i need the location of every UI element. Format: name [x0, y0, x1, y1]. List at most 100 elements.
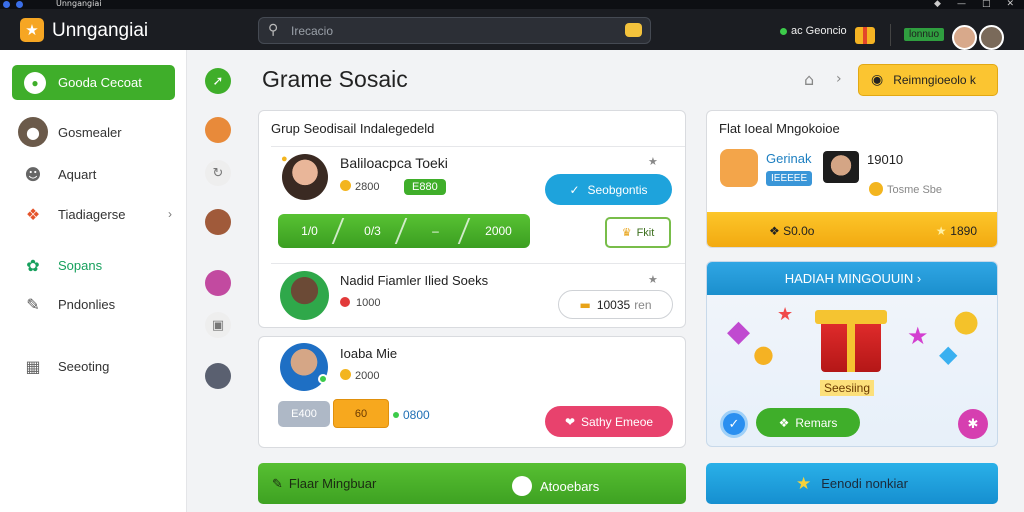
bonus-header[interactable]: HADIAH MINGOUUIN ›	[707, 262, 997, 295]
sidebar-primary-label: Gooda Cecoat	[58, 75, 142, 90]
sidebar-item-sopans[interactable]: ✿ Sopans	[18, 251, 178, 279]
search-bar[interactable]: ⚲	[258, 17, 651, 44]
flat-card: Flat Ioeal Mngokoioe Gerinak IEEEEE 1901…	[706, 110, 998, 248]
online-status: ac Geoncio	[780, 25, 847, 37]
edit-icon: ✎	[26, 294, 40, 314]
player-avatar[interactable]	[720, 149, 758, 187]
close-window-icon[interactable]: ✕	[1006, 0, 1014, 9]
coin-icon	[340, 180, 351, 191]
chevron-right-icon: ›	[836, 71, 842, 87]
friend-avatar[interactable]	[979, 25, 1004, 50]
window-title: Unngangiai	[56, 0, 102, 8]
friend-avatar[interactable]	[205, 209, 231, 235]
bar-right-value: 1890	[950, 224, 977, 238]
progress-segments[interactable]: 1/0 0/3 – 2000	[278, 214, 530, 248]
camera-icon[interactable]: ▣	[205, 312, 231, 338]
member-action-button[interactable]: ❤ Sathy Emeoe	[545, 406, 673, 437]
bar-right: ★ 1890	[936, 224, 977, 238]
refresh-icon[interactable]: ↻	[205, 160, 231, 186]
coin-value: 2000	[355, 370, 380, 382]
group-title: Grup Seodisail Indalegedeld	[271, 121, 435, 136]
heart-icon: ❤	[564, 414, 575, 429]
window-dots	[3, 1, 23, 8]
quick-rail: ➚ ↻ ▣	[190, 50, 248, 512]
coin-pill-button[interactable]: ▬ 10035 ren	[558, 290, 673, 319]
status-text: ac Geoncio	[791, 25, 847, 37]
puzzle-icon: ❖	[25, 204, 41, 224]
member-name: Nadid Fiamler Ilied Soeks	[340, 273, 489, 288]
sidebar-item-profile[interactable]: ● Gosmealer	[18, 117, 178, 147]
pill-suffix: ren	[634, 297, 652, 312]
star-icon: ★	[777, 304, 794, 325]
status-value: 0800	[393, 408, 430, 422]
trophy-icon: ★	[796, 473, 812, 494]
window-controls: ◆ — □ ✕	[934, 0, 1014, 9]
pin-window-icon[interactable]: ◆	[934, 0, 941, 9]
sidebar-item-posts[interactable]: ✎ Pndonlies	[18, 290, 178, 318]
maximize-window-icon[interactable]: □	[982, 0, 991, 9]
header-action-button[interactable]: ◉ Reimngioeolo k	[858, 64, 998, 96]
member-action-label: Sathy Emeoe	[581, 414, 654, 429]
bottom-green-left-label: Flaar Mingbuar	[288, 476, 377, 491]
sidebar-primary-button[interactable]: ● Gooda Cecoat	[12, 65, 175, 100]
wand-icon[interactable]: ➚	[205, 68, 231, 94]
sidebar-item-friends[interactable]: ☻ Aquart	[18, 160, 178, 188]
claim-button[interactable]: ❖ Remars	[756, 408, 860, 437]
coin-value: 2800	[355, 181, 380, 193]
member-coins: 2800	[340, 180, 379, 193]
segment[interactable]: 2000	[467, 214, 530, 248]
member-points: 1000	[340, 297, 380, 309]
points-value: 1000	[356, 297, 381, 309]
member-avatar[interactable]	[280, 271, 329, 320]
small-action-label: Fkit	[636, 226, 655, 239]
friend-avatar[interactable]	[205, 363, 231, 389]
coin-icon	[869, 182, 883, 196]
gem-icon: ◆	[939, 340, 958, 368]
star-icon: ★	[907, 322, 929, 350]
score-chip: E880	[404, 179, 446, 195]
pin-icon[interactable]: ★	[648, 155, 658, 168]
user-avatar[interactable]	[952, 25, 977, 50]
search-input[interactable]	[291, 22, 611, 40]
member-avatar[interactable]	[282, 154, 328, 200]
flat-card-title: Flat Ioeal Mngokoioe	[719, 121, 840, 136]
pill-value: 10035	[596, 297, 631, 312]
check-icon[interactable]: ✓	[720, 410, 748, 438]
player-sub: Tosme Sbe	[869, 182, 942, 196]
score-chip-orange[interactable]: 60	[333, 399, 389, 428]
gift-icon[interactable]	[855, 27, 875, 44]
sidebar-item-settings[interactable]: ▦ Seeoting	[18, 352, 178, 380]
app-name: Unngangiai	[52, 20, 149, 41]
people-icon: ☻	[24, 164, 42, 184]
sidebar-item-challenges[interactable]: ❖ Tiadiagerse ›	[18, 200, 178, 228]
sidebar-item-label: Aquart	[58, 166, 97, 182]
bottom-green-left[interactable]: ✎ Flaar Mingbuar	[272, 476, 376, 492]
minimize-window-icon[interactable]: —	[957, 0, 966, 9]
member-name: Baliloacpca Toeki	[340, 155, 448, 171]
player-avatar[interactable]	[823, 151, 859, 183]
chevron-right-icon: ›	[168, 207, 172, 221]
flat-card-bar[interactable]: ❖ S0.0o ★ 1890	[707, 212, 997, 247]
small-action-button[interactable]: ♛ Fkit	[605, 217, 671, 248]
bar-left: ❖ S0.0o	[769, 224, 814, 238]
bottom-blue-button[interactable]: ★ Eenodi nonkiar	[706, 463, 998, 504]
pin-icon[interactable]: ★	[648, 273, 658, 286]
home-icon[interactable]: ⌂	[804, 70, 814, 89]
coins-icon: ▬	[579, 297, 591, 312]
member-action-button[interactable]: ✓ Seobgontis	[545, 174, 672, 205]
friend-avatar[interactable]	[205, 270, 231, 296]
friend-avatar[interactable]	[205, 117, 231, 143]
gift-icon[interactable]	[815, 310, 887, 372]
os-titlebar-strip: Unngangiai ◆ — □ ✕	[0, 0, 1024, 9]
bottom-green-button[interactable]: ✎ Flaar Mingbuar Atooebars	[258, 463, 686, 504]
info-icon[interactable]: ✱	[958, 409, 988, 439]
divider	[271, 263, 685, 264]
star-icon: ★	[935, 224, 951, 238]
emoji-icon[interactable]	[625, 23, 642, 37]
status-badge[interactable]: lonnuo	[904, 28, 945, 41]
score-chip-gray[interactable]: E400	[278, 401, 330, 427]
bottom-blue-label: Eenodi nonkiar	[821, 476, 908, 491]
member-action-label: Seobgontis	[587, 182, 648, 197]
online-dot-icon	[318, 374, 328, 384]
bottom-green-right[interactable]: Atooebars	[512, 476, 599, 496]
